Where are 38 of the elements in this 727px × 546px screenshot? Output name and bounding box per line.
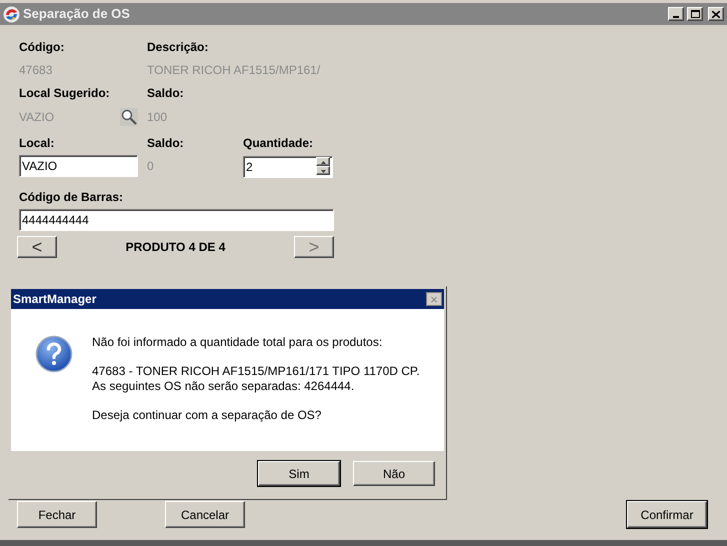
barcode-field[interactable]: 4444444444 — [19, 209, 334, 231]
dialog-button[interactable]: Sim — [258, 461, 340, 486]
action-button[interactable]: Confirmar — [627, 501, 707, 528]
maximize-icon — [690, 10, 700, 18]
previous-button[interactable]: < — [17, 236, 57, 258]
field-label: Quantidade: — [243, 135, 314, 151]
window-title: Separação de OS — [23, 5, 131, 24]
spin-down-icon[interactable] — [316, 166, 330, 175]
spin-up-icon[interactable] — [316, 157, 330, 166]
search-icon[interactable] — [120, 108, 138, 126]
close-icon — [712, 10, 720, 18]
action-button[interactable]: Cancelar — [165, 501, 245, 528]
field-label: Local Sugerido: — [19, 85, 111, 101]
close-button[interactable] — [708, 7, 724, 21]
field-label: Saldo: — [147, 135, 185, 151]
dialog-message: Deseja continuar com a separação de OS? — [92, 408, 322, 423]
local-field[interactable]: VAZIO — [19, 155, 138, 177]
field-value: 100 — [147, 109, 168, 125]
dialog-title: SmartManager — [13, 291, 98, 308]
minimize-button[interactable] — [668, 7, 684, 21]
action-button[interactable]: Fechar — [17, 501, 97, 528]
dialog-message: Não foi informado a quantidade total para os produtos: — [92, 335, 384, 350]
question-icon — [35, 335, 73, 373]
field-value: 0 — [147, 158, 155, 174]
maximize-button[interactable] — [687, 7, 703, 21]
minimize-icon — [673, 16, 679, 18]
field-label: Código de Barras: — [19, 189, 124, 205]
product-counter: PRODUTO 4 DE 4 — [124, 239, 226, 256]
dialog-button[interactable]: Não — [353, 461, 435, 486]
field-value: 47683 — [19, 62, 54, 78]
field-label: Código: — [19, 39, 66, 55]
field-label: Descrição: — [147, 39, 208, 55]
dialog-message: 47683 - TONER RICOH AF1515/MP161/171 TIPO 1170D CP. As seguintes OS não serão separadas: 4264444. — [92, 364, 420, 394]
field-label: Local: — [19, 135, 56, 151]
field-value: TONER RICOH AF1515/MP161/ — [147, 62, 320, 78]
field-value: VAZIO — [19, 109, 56, 125]
app-logo-icon — [3, 6, 20, 22]
field-label: Saldo: — [147, 85, 184, 101]
